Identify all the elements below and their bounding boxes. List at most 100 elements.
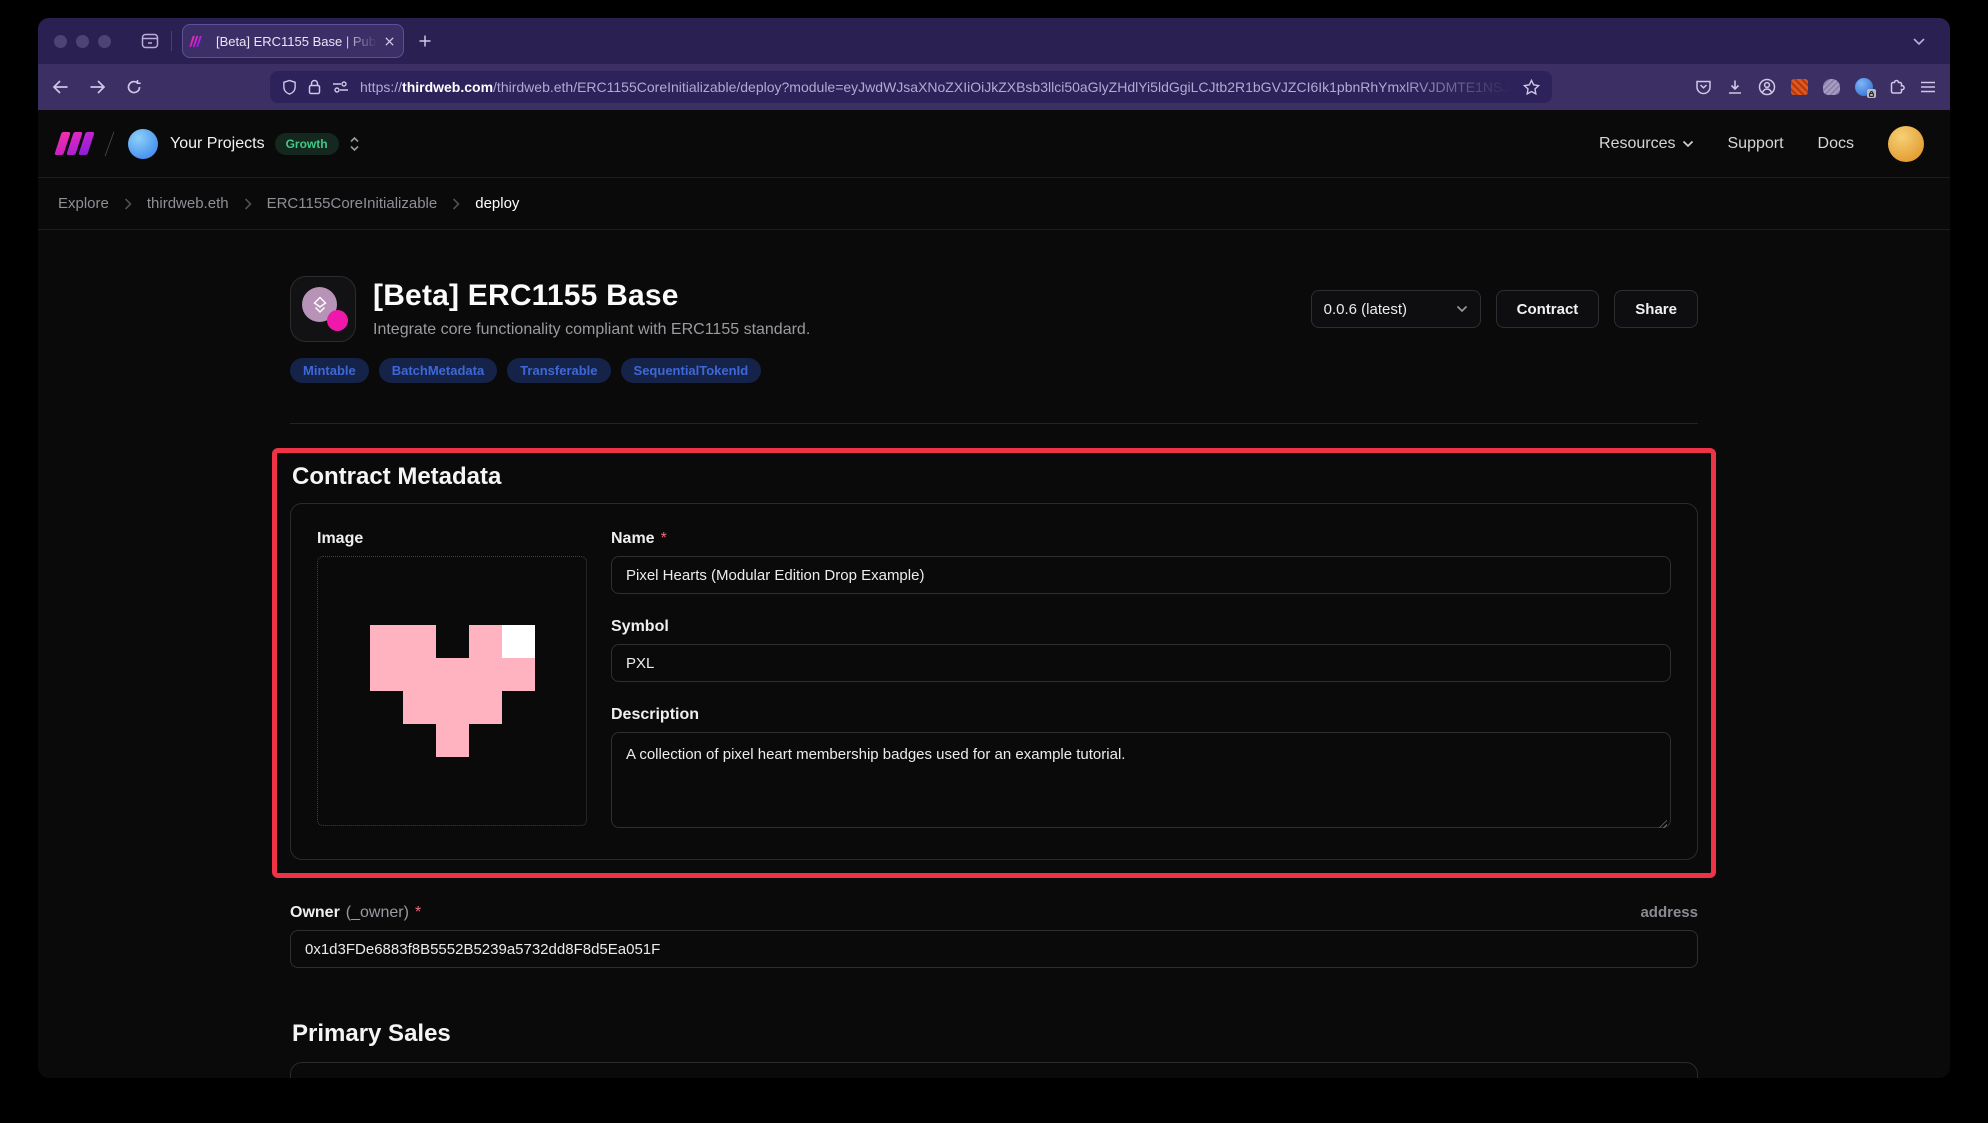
plan-badge: Growth bbox=[275, 133, 339, 155]
badge-sequentialtokenid: SequentialTokenId bbox=[621, 358, 762, 383]
toolbar-extensions bbox=[1695, 78, 1936, 96]
section-divider bbox=[290, 423, 1698, 424]
extension-password-manager-icon[interactable] bbox=[1855, 78, 1873, 96]
contract-hero: [Beta] ERC1155 Base Integrate core funct… bbox=[290, 276, 1698, 342]
name-field-group: Name * bbox=[611, 530, 1671, 594]
badge-transferable: Transferable bbox=[507, 358, 610, 383]
breadcrumb-explore[interactable]: Explore bbox=[58, 195, 109, 212]
bookmark-star-icon[interactable] bbox=[1523, 79, 1540, 95]
breadcrumb-publisher[interactable]: thirdweb.eth bbox=[147, 195, 229, 212]
owner-field-group: Owner (_owner) * address bbox=[290, 904, 1698, 968]
description-textarea[interactable]: A collection of pixel heart membership b… bbox=[611, 732, 1671, 828]
breadcrumb-deploy: deploy bbox=[475, 195, 519, 212]
extension-ghost-icon[interactable] bbox=[1823, 79, 1840, 95]
thirdweb-favicon bbox=[191, 35, 200, 47]
page-content: [Beta] ERC1155 Base Integrate core funct… bbox=[38, 230, 1950, 1078]
version-select[interactable]: 0.0.6 (latest) bbox=[1311, 290, 1481, 328]
metadata-section-heading: Contract Metadata bbox=[292, 463, 1698, 491]
contract-icon bbox=[290, 276, 356, 342]
thirdweb-site: Your Projects Growth Resources Support D… bbox=[38, 110, 1950, 1078]
highlight-outline: Contract Metadata Image bbox=[272, 448, 1716, 878]
breadcrumb-chevron-icon bbox=[124, 198, 132, 210]
pocket-icon[interactable] bbox=[1695, 79, 1712, 95]
browser-tab-bar: [Beta] ERC1155 Base | Publishe bbox=[38, 18, 1950, 64]
back-button[interactable] bbox=[52, 79, 69, 95]
breadcrumb-chevron-icon bbox=[452, 198, 460, 210]
account-avatar[interactable] bbox=[1888, 126, 1924, 162]
owner-label: Owner bbox=[290, 904, 340, 922]
name-input[interactable] bbox=[611, 556, 1671, 594]
reload-button[interactable] bbox=[126, 79, 142, 95]
breadcrumb-contract[interactable]: ERC1155CoreInitializable bbox=[267, 195, 438, 212]
firefox-view-icon[interactable] bbox=[141, 33, 159, 49]
tab-close-icon[interactable] bbox=[384, 36, 395, 47]
download-icon[interactable] bbox=[1727, 79, 1743, 95]
name-label: Name bbox=[611, 530, 655, 548]
symbol-input[interactable] bbox=[611, 644, 1671, 682]
project-name[interactable]: Your Projects bbox=[170, 135, 265, 153]
thirdweb-logo[interactable] bbox=[58, 132, 91, 155]
tab-title: [Beta] ERC1155 Base | Publishe bbox=[216, 34, 377, 49]
chevron-down-icon bbox=[1682, 140, 1694, 148]
share-button[interactable]: Share bbox=[1614, 290, 1698, 328]
page-title: [Beta] ERC1155 Base bbox=[373, 279, 810, 313]
owner-type-hint: address bbox=[1640, 904, 1698, 921]
url-bar[interactable]: https://thirdweb.com/thirdweb.eth/ERC115… bbox=[270, 71, 1552, 103]
tab-bar-divider bbox=[171, 31, 172, 51]
browser-window: [Beta] ERC1155 Base | Publishe bbox=[38, 18, 1950, 1078]
module-badges: Mintable BatchMetadata Transferable Sequ… bbox=[290, 358, 1698, 383]
nav-resources[interactable]: Resources bbox=[1599, 135, 1693, 153]
contract-button[interactable]: Contract bbox=[1496, 290, 1600, 328]
nav-buttons bbox=[52, 79, 142, 95]
project-avatar[interactable] bbox=[128, 129, 158, 159]
image-column: Image bbox=[317, 530, 587, 833]
project-switcher-icon[interactable] bbox=[348, 136, 361, 152]
metadata-card: Image Name * bbox=[290, 503, 1698, 860]
nav-docs-label: Docs bbox=[1818, 135, 1854, 153]
header-slash-divider bbox=[105, 131, 115, 156]
browser-tab[interactable]: [Beta] ERC1155 Base | Publishe bbox=[182, 24, 404, 58]
lock-icon[interactable] bbox=[308, 79, 321, 95]
description-textarea-wrap: A collection of pixel heart membership b… bbox=[611, 732, 1671, 833]
nav-support[interactable]: Support bbox=[1728, 135, 1784, 153]
pixel-heart-image bbox=[370, 625, 535, 757]
tab-overflow-chevron-icon[interactable] bbox=[1912, 37, 1926, 46]
contract-icon-dot bbox=[327, 310, 348, 331]
description-field-group: Description A collection of pixel heart … bbox=[611, 706, 1671, 833]
primary-sales-heading: Primary Sales bbox=[292, 1020, 1698, 1048]
account-icon[interactable] bbox=[1758, 78, 1776, 96]
traffic-lights bbox=[54, 35, 111, 48]
desktop: [Beta] ERC1155 Base | Publishe bbox=[0, 0, 1988, 1123]
breadcrumb: Explore thirdweb.eth ERC1155CoreInitiali… bbox=[38, 178, 1950, 230]
url-scheme: https:// bbox=[360, 79, 402, 95]
close-window-button[interactable] bbox=[54, 35, 67, 48]
extensions-puzzle-icon[interactable] bbox=[1888, 79, 1905, 96]
nav-resources-label: Resources bbox=[1599, 135, 1675, 153]
symbol-field-group: Symbol bbox=[611, 618, 1671, 682]
owner-address-input[interactable] bbox=[290, 930, 1698, 968]
zoom-window-button[interactable] bbox=[98, 35, 111, 48]
url-path: /thirdweb.eth/ERC1155CoreInitializable/d… bbox=[493, 79, 1512, 95]
extension-metamask-icon[interactable] bbox=[1791, 79, 1808, 95]
page-subtitle: Integrate core functionality compliant w… bbox=[373, 321, 810, 339]
badge-mintable: Mintable bbox=[290, 358, 369, 383]
browser-toolbar: https://thirdweb.com/thirdweb.eth/ERC115… bbox=[38, 64, 1950, 110]
shield-icon[interactable] bbox=[282, 79, 297, 95]
new-tab-button[interactable] bbox=[418, 34, 432, 48]
description-label: Description bbox=[611, 706, 699, 724]
breadcrumb-chevron-icon bbox=[244, 198, 252, 210]
chevron-down-icon bbox=[1456, 305, 1468, 313]
site-header: Your Projects Growth Resources Support D… bbox=[38, 110, 1950, 178]
nav-docs[interactable]: Docs bbox=[1818, 135, 1854, 153]
form-column: Name * Symbol Descr bbox=[611, 530, 1671, 833]
image-upload-dropzone[interactable] bbox=[317, 556, 587, 826]
hero-text: [Beta] ERC1155 Base Integrate core funct… bbox=[373, 279, 810, 339]
primary-sales-card: Recipient Address * bbox=[290, 1062, 1698, 1078]
owner-param-name: (_owner) bbox=[346, 904, 409, 922]
image-label: Image bbox=[317, 530, 363, 548]
hero-actions: 0.0.6 (latest) Contract Share bbox=[1311, 290, 1698, 328]
permissions-icon[interactable] bbox=[332, 80, 349, 94]
menu-hamburger-icon[interactable] bbox=[1920, 80, 1936, 94]
minimize-window-button[interactable] bbox=[76, 35, 89, 48]
forward-button[interactable] bbox=[89, 79, 106, 95]
